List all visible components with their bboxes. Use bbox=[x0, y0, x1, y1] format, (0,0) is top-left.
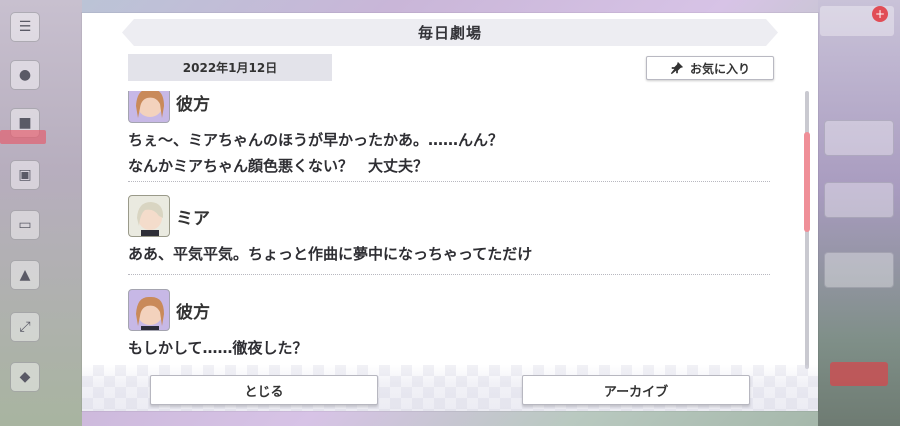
speaker-row: 彼方 bbox=[128, 91, 770, 123]
avatar bbox=[128, 289, 170, 331]
date-label: 2022年1月12日 bbox=[128, 54, 332, 81]
expand-icon: ⤢ bbox=[10, 312, 40, 342]
rank-icon: ▲ bbox=[10, 260, 40, 290]
event-badge bbox=[0, 130, 46, 144]
gift-icon: ▣ bbox=[10, 160, 40, 190]
menu-icon: ☰ bbox=[10, 12, 40, 42]
speaker-row: ミア bbox=[128, 195, 770, 237]
divider bbox=[128, 181, 770, 182]
dialog-title: 毎日劇場 bbox=[417, 24, 482, 42]
speaker-name: 彼方 bbox=[176, 94, 210, 115]
right-menu-card bbox=[824, 182, 894, 218]
speaker-row: 彼方 bbox=[128, 289, 770, 331]
conversation-log[interactable]: 彼方 ちぇ〜、ミアちゃんのほうが早かったかあ。……んん？ なんかミアちゃん顔色悪… bbox=[128, 91, 772, 367]
speaker-name: 彼方 bbox=[176, 302, 210, 323]
chat-icon: ● bbox=[10, 60, 40, 90]
title-bar: 毎日劇場 bbox=[122, 19, 778, 46]
plus-icon: + bbox=[872, 6, 888, 22]
right-red-banner bbox=[830, 362, 888, 386]
speaker-name: ミア bbox=[176, 208, 210, 229]
right-menu-card bbox=[824, 252, 894, 288]
archive-button[interactable]: アーカイブ bbox=[522, 375, 750, 405]
divider bbox=[128, 274, 770, 275]
conversation-entry: ミア ああ、平気平気。ちょっと作曲に夢中になっちゃってただけ bbox=[128, 195, 770, 267]
close-button[interactable]: とじる bbox=[150, 375, 378, 405]
conversation-entry: 彼方 ちぇ〜、ミアちゃんのほうが早かったかあ。……んん？ なんかミアちゃん顔色悪… bbox=[128, 91, 770, 179]
dialogue-line: なんかミアちゃん顔色悪くない？ 大丈夫？ bbox=[128, 157, 429, 175]
scrollbar-thumb[interactable] bbox=[804, 132, 810, 232]
conversation-entry: 彼方 もしかして……徹夜した？ bbox=[128, 289, 770, 361]
favorite-button[interactable]: お気に入り bbox=[646, 56, 774, 80]
dialogue-line: ちぇ〜、ミアちゃんのほうが早かったかあ。……んん？ bbox=[128, 131, 504, 149]
dialogue-line: ああ、平気平気。ちょっと作曲に夢中になっちゃってただけ bbox=[128, 245, 533, 263]
monitor-icon: ▭ bbox=[10, 210, 40, 240]
pin-icon bbox=[670, 61, 684, 75]
dialogue-line: もしかして……徹夜した？ bbox=[128, 339, 308, 357]
daily-theater-dialog: 毎日劇場 2022年1月12日 お気に入り 彼方 ちぇ〜、ミアちゃんのほうが早か… bbox=[82, 13, 818, 411]
item-icon: ◆ bbox=[10, 362, 40, 392]
right-menu-card bbox=[824, 120, 894, 156]
favorite-label: お気に入り bbox=[689, 61, 750, 76]
avatar bbox=[128, 91, 170, 123]
avatar bbox=[128, 195, 170, 237]
